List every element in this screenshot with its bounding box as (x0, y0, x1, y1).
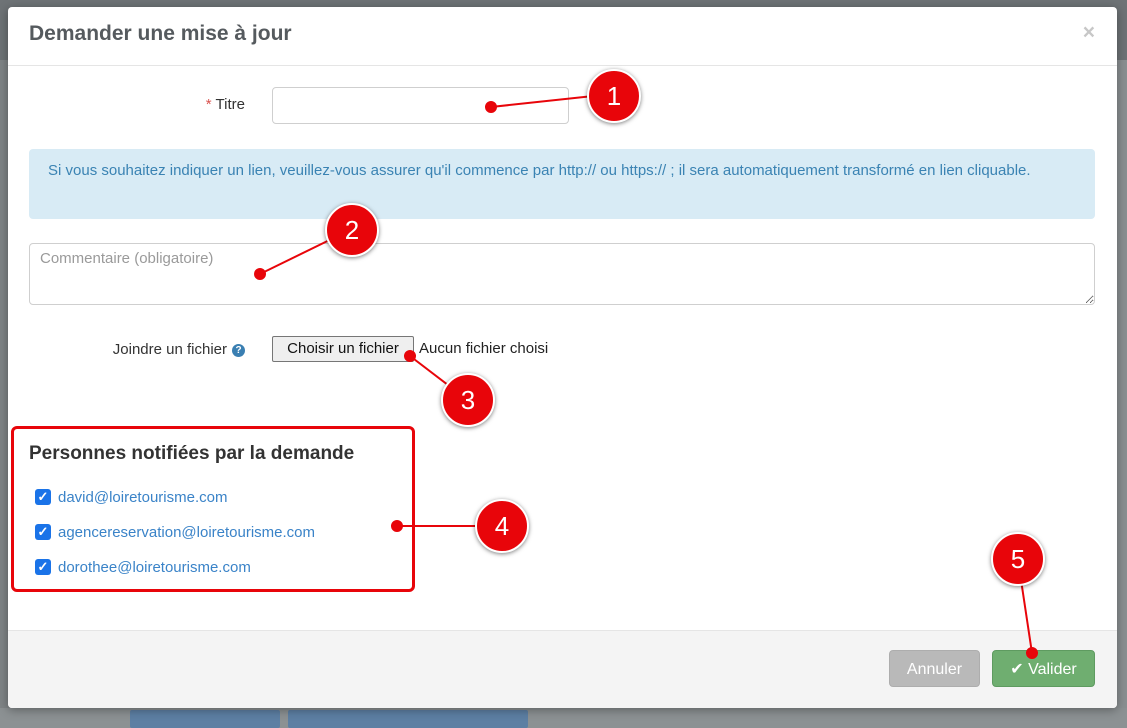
request-update-dialog: Demander une mise à jour × * Titre Si vou… (8, 7, 1117, 708)
dialog-title: Demander une mise à jour (29, 22, 292, 45)
callout-1: 1 (587, 69, 641, 123)
callout-2: 2 (325, 203, 379, 257)
dialog-header: Demander une mise à jour × (8, 7, 1117, 66)
callout-5: 5 (991, 532, 1045, 586)
callout-4: 4 (475, 499, 529, 553)
required-asterisk: * (205, 96, 212, 113)
file-label: Joindre un fichier? (68, 341, 245, 358)
cancel-button[interactable]: Annuler (889, 650, 980, 687)
backdrop-tile (130, 710, 280, 728)
comment-textarea[interactable] (29, 243, 1095, 305)
validate-button[interactable]: ✔ Valider (992, 650, 1095, 687)
check-icon: ✔ (1010, 661, 1024, 678)
validate-label: Valider (1028, 661, 1077, 678)
question-circle-icon[interactable]: ? (232, 344, 245, 357)
file-status-text: Aucun fichier choisi (419, 340, 549, 357)
notified-section-highlight (11, 426, 415, 592)
dialog-footer: Annuler ✔ Valider (8, 630, 1117, 708)
choose-file-button[interactable]: Choisir un fichier (272, 336, 414, 362)
title-label-text: Titre (215, 96, 245, 113)
backdrop-tile (288, 710, 528, 728)
close-icon[interactable]: × (1083, 21, 1095, 45)
link-info-alert: Si vous souhaitez indiquer un lien, veui… (29, 149, 1095, 219)
file-label-text: Joindre un fichier (112, 341, 227, 358)
title-label: * Titre (128, 96, 245, 113)
title-input[interactable] (272, 87, 569, 124)
callout-3: 3 (441, 373, 495, 427)
